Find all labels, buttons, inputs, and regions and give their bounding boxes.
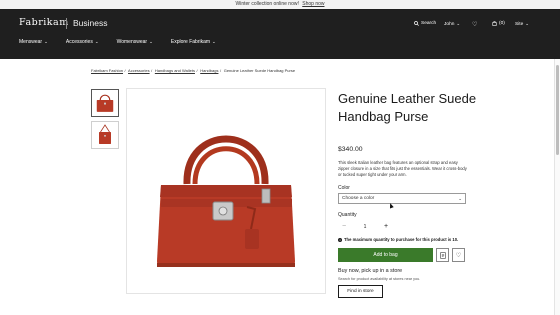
browser-page: Winter collection online now! Shop now F… — [0, 0, 560, 315]
user-menu[interactable]: John ⌄ — [444, 21, 460, 27]
site-header: Fabrikam Business Search John ⌄ ♡ (0) Si… — [0, 9, 560, 59]
nav-menswear[interactable]: Menswear ⌄ — [19, 39, 48, 45]
bag-icon — [492, 21, 497, 26]
handbag-thumbnail-image — [96, 94, 114, 112]
quantity-decrease-button[interactable]: − — [338, 222, 350, 232]
heart-icon: ♡ — [472, 22, 478, 28]
promo-banner: Winter collection online now! Shop now — [0, 0, 560, 9]
chevron-down-icon: ⌄ — [149, 39, 153, 44]
page-scrollbar[interactable] — [554, 59, 560, 315]
product-main-image[interactable] — [126, 88, 326, 294]
breadcrumb-link[interactable]: Fabrikam Fashion — [91, 68, 123, 73]
color-dropdown[interactable]: Choose a color ⌄ — [338, 193, 466, 204]
pickup-title: Buy now, pick up in a store — [338, 268, 403, 274]
info-icon: i — [338, 237, 342, 242]
main-nav: Menswear ⌄ Accessories ⌄ Womenswear ⌄ Ex… — [19, 39, 234, 45]
max-quantity-note: i The maximum quantity to purchase for t… — [338, 237, 458, 242]
breadcrumb: Fabrikam Fashion / Accessories / Handbags … — [91, 68, 296, 73]
search-button[interactable]: Search — [414, 21, 436, 26]
nav-womenswear[interactable]: Womenswear ⌄ — [117, 39, 153, 45]
document-icon — [439, 251, 446, 259]
quantity-increase-button[interactable]: + — [380, 222, 392, 232]
quantity-input[interactable]: 1 — [359, 222, 371, 232]
nav-label: Womenswear — [116, 39, 148, 45]
add-to-list-button[interactable] — [436, 248, 449, 262]
breadcrumb-link[interactable]: Accessories — [128, 68, 150, 73]
brand-logo[interactable]: Fabrikam — [19, 17, 69, 28]
search-icon — [414, 21, 419, 26]
handbag-image — [157, 135, 295, 267]
nav-explore[interactable]: Explore Fabrikam ⌄ — [171, 39, 216, 45]
scrollbar-thumb[interactable] — [556, 65, 559, 155]
search-label: Search — [421, 21, 437, 26]
thumbnail-side[interactable] — [91, 121, 119, 149]
product-title: Genuine Leather Suede Handbag Purse — [338, 91, 477, 124]
nav-label: Menswear — [19, 39, 43, 45]
cart-button[interactable]: (0) — [492, 21, 505, 26]
brand-divider — [66, 18, 67, 29]
brand-subtitle: Business — [73, 18, 108, 28]
breadcrumb-link[interactable]: Handbags — [200, 68, 218, 73]
pickup-subtitle: Search for product availability at store… — [338, 277, 421, 281]
color-dropdown-value: Choose a color — [342, 196, 375, 201]
user-name: John — [444, 21, 455, 27]
chevron-down-icon: ⌄ — [94, 39, 99, 44]
chevron-down-icon: ⌄ — [456, 21, 461, 26]
chevron-down-icon: ⌄ — [458, 196, 462, 201]
product-price: $340.00 — [338, 146, 363, 153]
thumbnail-front[interactable] — [91, 89, 119, 117]
add-to-bag-button[interactable]: Add to bag — [338, 248, 433, 262]
cart-count: (0) — [499, 21, 505, 26]
breadcrumb-link[interactable]: Handbags and Wallets — [155, 68, 195, 73]
site-label: Site — [515, 21, 524, 27]
promo-text: Winter collection online now! — [235, 1, 299, 7]
favorites-button[interactable]: ♡ — [472, 21, 477, 28]
heart-icon: ♡ — [455, 252, 462, 259]
find-in-store-button[interactable]: Find in store — [338, 285, 383, 298]
max-quantity-text: The maximum quantity to purchase for thi… — [344, 237, 459, 242]
chevron-down-icon: ⌄ — [525, 21, 530, 26]
nav-accessories[interactable]: Accessories ⌄ — [66, 39, 99, 45]
shop-now-link[interactable]: Shop now — [302, 1, 324, 7]
add-to-wishlist-button[interactable]: ♡ — [452, 248, 465, 262]
handbag-thumbnail-image — [99, 124, 111, 144]
breadcrumb-current: Genuine Leather Suede Handbag Purse — [223, 68, 296, 73]
chevron-down-icon: ⌄ — [44, 39, 48, 44]
nav-label: Explore Fabrikam — [170, 39, 211, 45]
product-description: This sleek Italian leather bag features … — [338, 160, 467, 177]
chevron-down-icon: ⌄ — [212, 39, 216, 44]
nav-label: Accessories — [65, 39, 93, 45]
site-menu[interactable]: Site ⌄ — [515, 21, 529, 27]
quantity-label: Quantity — [338, 212, 357, 218]
color-label: Color — [338, 185, 350, 191]
